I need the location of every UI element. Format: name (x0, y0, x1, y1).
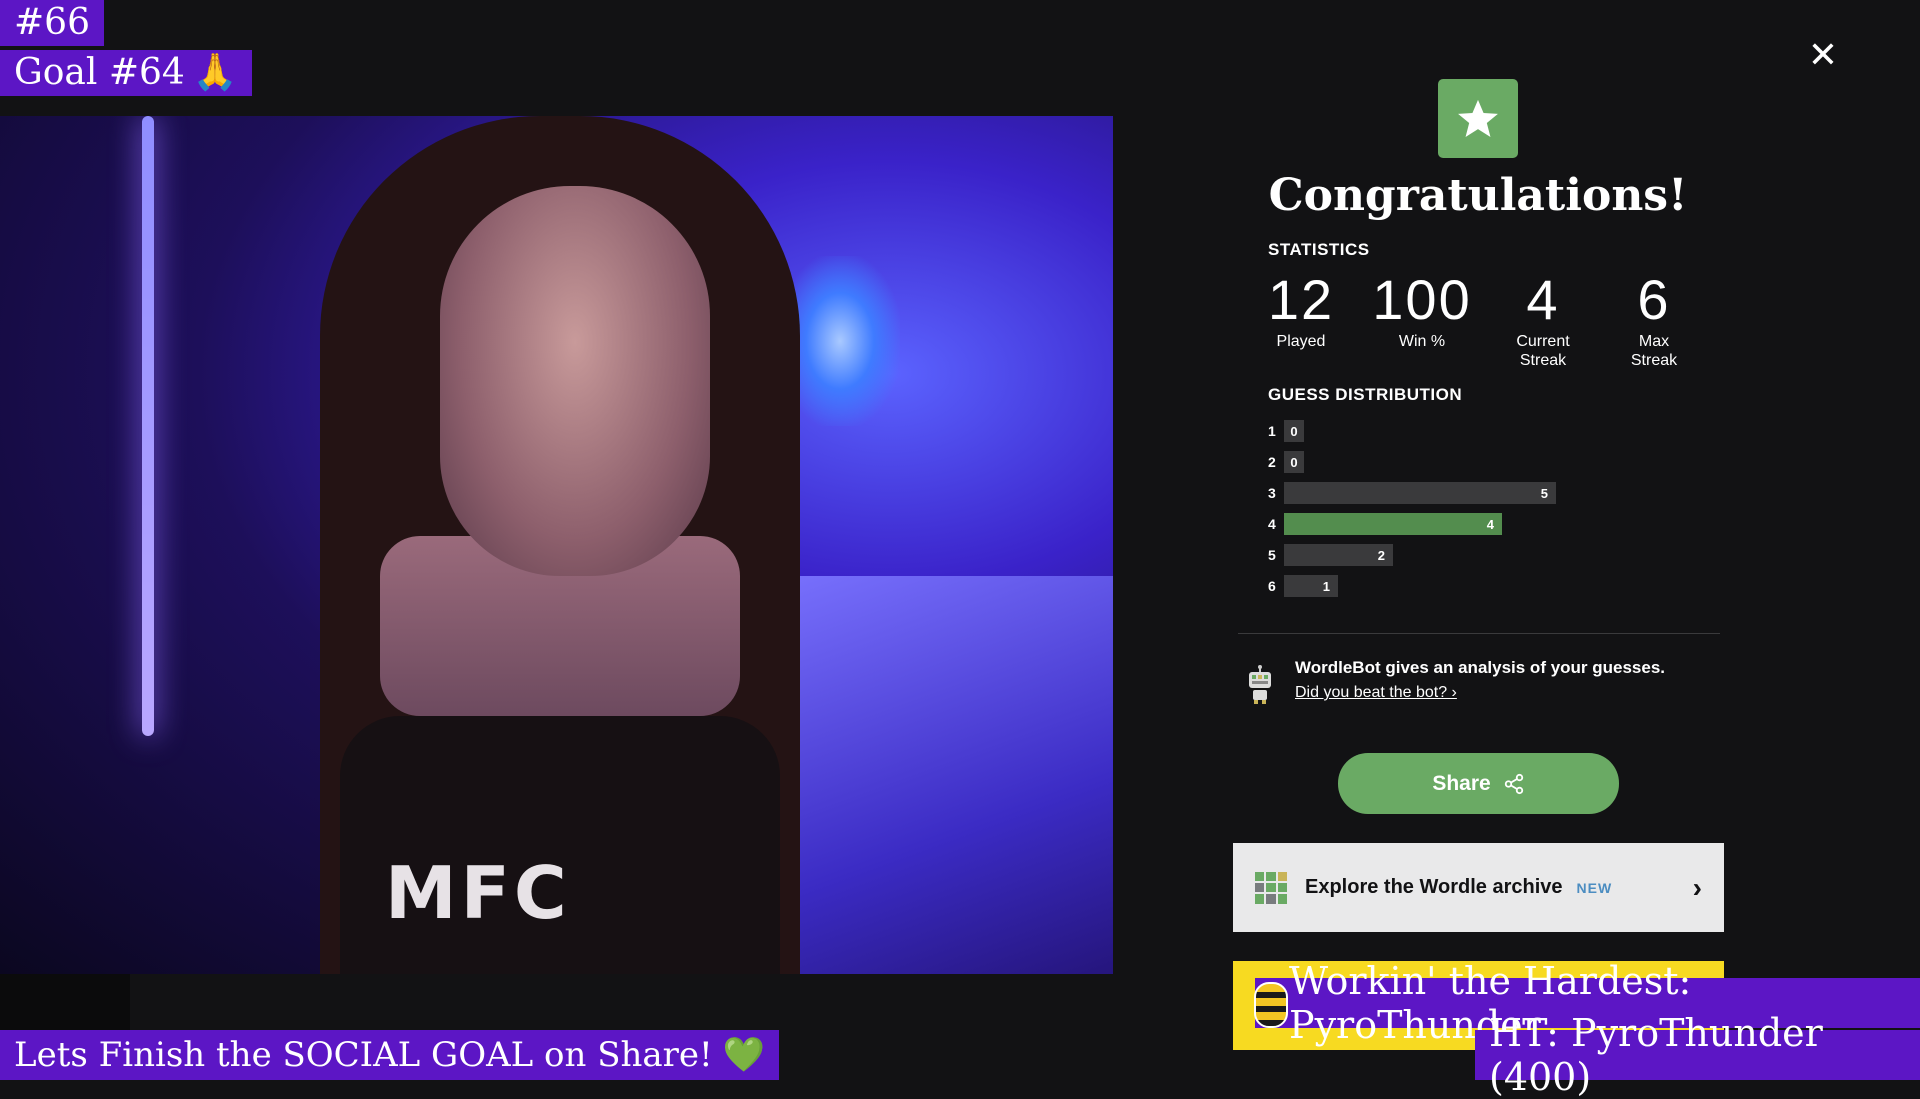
stat-value: 6 (1637, 268, 1671, 331)
social-goal-text: Lets Finish the SOCIAL GOAL on Share! (14, 1035, 713, 1075)
stat-label: Played (1276, 333, 1326, 350)
share-icon (1504, 773, 1523, 794)
stat-value: 4 (1526, 268, 1560, 331)
wordle-archive-link[interactable]: Explore the Wordle archive NEW › (1233, 843, 1724, 932)
distribution-bar: 4 (1284, 513, 1502, 535)
stat-win-percent: 100 Win % (1367, 268, 1477, 351)
hype-train-banner: HT: PyroThunder (400) (1475, 1011, 1920, 1099)
social-goal-banner: Lets Finish the SOCIAL GOAL on Share! 💚 (0, 1030, 780, 1080)
stat-label: Current Streak (1516, 333, 1570, 369)
stat-value: 12 (1267, 268, 1335, 331)
stat-label: Max Streak (1630, 333, 1678, 369)
led-strip (142, 116, 154, 736)
guess-number: 1 (1268, 423, 1276, 439)
distribution-bar: 2 (1284, 544, 1393, 566)
stat-label: Win % (1398, 333, 1446, 350)
distribution-row: 44 (1268, 512, 1502, 536)
chevron-right-icon: › (1692, 871, 1702, 903)
distribution-row: 35 (1268, 481, 1556, 505)
guess-distribution-heading: GUESS DISTRIBUTION (1268, 385, 1463, 404)
guess-number: 3 (1268, 485, 1276, 501)
streamer-top (340, 716, 780, 974)
distribution-count: 0 (1290, 423, 1298, 439)
distribution-bar: 0 (1284, 451, 1304, 473)
stream-goal-label: Goal #64 🙏 (0, 50, 252, 96)
distribution-count: 2 (1377, 547, 1385, 563)
stat-max-streak: 6 Max Streak (1599, 268, 1709, 370)
modal-title: Congratulations! (1268, 170, 1688, 221)
stream-counter-label: #66 (0, 0, 104, 46)
distribution-row: 20 (1268, 450, 1304, 474)
divider (1238, 633, 1720, 634)
stat-played: 12 Played (1246, 268, 1356, 351)
wordlebot-description: WordleBot gives an analysis of your gues… (1295, 658, 1666, 677)
archive-grid-icon (1255, 871, 1287, 904)
distribution-count: 1 (1322, 578, 1330, 594)
streamer-face (440, 186, 710, 576)
new-badge: NEW (1576, 879, 1613, 896)
archive-text: Explore the Wordle archive (1305, 876, 1563, 898)
share-button[interactable]: Share (1338, 753, 1619, 814)
guess-number: 5 (1268, 547, 1276, 563)
stat-current-streak: 4 Current Streak (1488, 268, 1598, 370)
close-icon[interactable]: ✕ (1806, 37, 1840, 73)
green-heart-icon: 💚 (722, 1035, 766, 1075)
distribution-count: 0 (1290, 454, 1298, 470)
shirt-logo: MFC (385, 851, 571, 935)
webcam-feed: MFC (0, 116, 1113, 974)
share-label: Share (1432, 771, 1491, 795)
guess-number: 6 (1268, 578, 1276, 594)
star-icon (1438, 79, 1518, 158)
distribution-bar: 5 (1284, 482, 1556, 504)
pray-emoji-icon: 🙏 (192, 52, 238, 93)
bed (750, 576, 1113, 974)
distribution-bar: 0 (1284, 420, 1304, 442)
distribution-bar: 1 (1284, 575, 1338, 597)
guess-number: 2 (1268, 454, 1276, 470)
wordlebot-icon (1249, 665, 1271, 704)
stat-value: 100 (1372, 268, 1472, 331)
goal-text: Goal #64 (14, 52, 185, 93)
bee-icon (1254, 982, 1288, 1028)
wordlebot-link[interactable]: Did you beat the bot? › (1295, 684, 1457, 702)
distribution-row: 10 (1268, 419, 1304, 443)
counter-text: #66 (14, 2, 90, 43)
hype-train-text: HT: PyroThunder (400) (1489, 1011, 1823, 1099)
distribution-count: 4 (1486, 516, 1494, 532)
distribution-row: 61 (1268, 574, 1338, 598)
distribution-row: 52 (1268, 543, 1393, 567)
guess-number: 4 (1268, 516, 1276, 532)
statistics-heading: STATISTICS (1268, 240, 1370, 259)
distribution-count: 5 (1540, 485, 1548, 501)
